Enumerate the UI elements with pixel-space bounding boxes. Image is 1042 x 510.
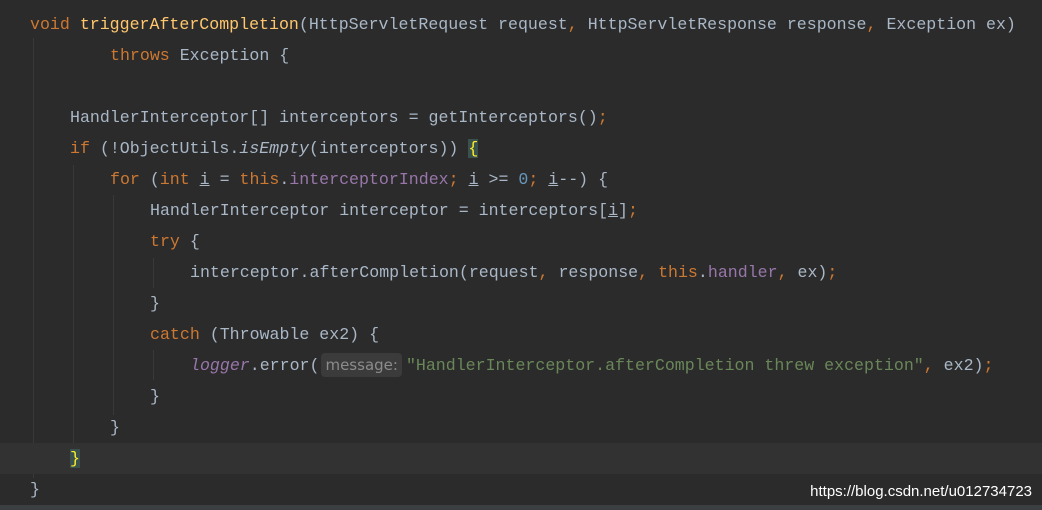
code-token: . [697, 263, 708, 282]
code-line[interactable]: void triggerAfterCompletion(HttpServletR… [0, 9, 1042, 40]
code-token: i [548, 170, 559, 189]
code-token: >= [478, 170, 519, 189]
code-token: for [110, 170, 140, 189]
code-token: HandlerInterceptor interceptor = interce… [150, 201, 609, 220]
code-token: 0 [518, 170, 529, 189]
code-token: HandlerInterceptor[] interceptors = getI… [70, 108, 598, 127]
code-content: HandlerInterceptor[] interceptors = getI… [70, 102, 608, 133]
code-token: , [866, 15, 877, 34]
code-token: , [638, 263, 649, 282]
code-line[interactable]: logger.error(message: "HandlerInterceptor… [0, 350, 1042, 381]
code-token: isEmpty [239, 139, 310, 158]
code-token: response [548, 263, 639, 282]
code-line[interactable]: } [0, 288, 1042, 319]
matched-brace: } [70, 449, 80, 468]
code-token: catch [150, 325, 200, 344]
code-token: ; [628, 201, 638, 220]
code-line[interactable]: } [0, 381, 1042, 412]
code-token: } [150, 387, 160, 406]
code-token: i [608, 201, 619, 220]
code-content: } [150, 288, 160, 319]
code-content: throws Exception { [110, 40, 289, 71]
code-token: ] [618, 201, 628, 220]
code-token: ; [448, 170, 459, 189]
code-token: (interceptors)) [309, 139, 469, 158]
code-token: Exception ex) [876, 15, 1016, 34]
code-token: , [538, 263, 549, 282]
code-line[interactable]: catch (Throwable ex2) { [0, 319, 1042, 350]
code-token: , [567, 15, 578, 34]
code-token: Exception { [169, 46, 290, 65]
code-content: void triggerAfterCompletion(HttpServletR… [30, 9, 1016, 40]
code-token: ( [139, 170, 160, 189]
code-token: logger [190, 356, 250, 375]
code-line[interactable]: HandlerInterceptor[] interceptors = getI… [0, 102, 1042, 133]
code-token: , [923, 356, 934, 375]
code-token: HttpServletResponse response [577, 15, 867, 34]
code-content: HandlerInterceptor interceptor = interce… [150, 195, 638, 226]
code-line[interactable]: throws Exception { [0, 40, 1042, 71]
code-token: triggerAfterCompletion [79, 15, 299, 34]
code-line[interactable]: try { [0, 226, 1042, 257]
code-token: ; [827, 263, 838, 282]
code-token: "HandlerInterceptor.afterCompletion thre… [405, 356, 924, 375]
code-token: ; [528, 170, 539, 189]
code-line[interactable]: interceptor.afterCompletion(request, res… [0, 257, 1042, 288]
code-line[interactable]: } [0, 443, 1042, 474]
code-token: , [777, 263, 788, 282]
editor-bottom-border [0, 505, 1042, 510]
code-token: ; [597, 108, 608, 127]
code-token: ; [983, 356, 994, 375]
code-token: } [110, 418, 120, 437]
code-line[interactable]: for (int i = this.interceptorIndex; i >=… [0, 164, 1042, 195]
code-token: throws [110, 46, 170, 65]
code-token: (HttpServletRequest request [298, 15, 568, 34]
code-token: } [150, 294, 160, 313]
code-content: } [110, 412, 120, 443]
code-token: this [239, 170, 280, 189]
code-line[interactable]: } [0, 412, 1042, 443]
code-token: .error( [249, 356, 320, 375]
code-content: logger.error(message: "HandlerInterceptor… [190, 350, 993, 381]
code-token: i [468, 170, 479, 189]
code-token: handler [707, 263, 778, 282]
code-token: (Throwable ex2) { [199, 325, 380, 344]
code-token: ex) [787, 263, 828, 282]
code-token: { [179, 232, 200, 251]
code-token: ex2) [933, 356, 984, 375]
code-editor[interactable]: void triggerAfterCompletion(HttpServletR… [0, 0, 1042, 505]
parameter-hint: message: [321, 353, 402, 377]
code-content: try { [150, 226, 200, 257]
code-token: interceptor.afterCompletion(request [190, 263, 539, 282]
code-token: . [279, 170, 290, 189]
code-token: } [30, 480, 40, 499]
code-token: i [199, 170, 210, 189]
code-content: catch (Throwable ex2) { [150, 319, 379, 350]
code-token: if [70, 139, 90, 158]
code-token: this [658, 263, 698, 282]
code-token: (!ObjectUtils. [89, 139, 240, 158]
code-token: interceptorIndex [289, 170, 449, 189]
code-content: interceptor.afterCompletion(request, res… [190, 257, 837, 288]
code-content: for (int i = this.interceptorIndex; i >=… [110, 164, 608, 195]
watermark: https://blog.csdn.net/u012734723 [810, 483, 1032, 500]
code-content: } [150, 381, 160, 412]
matched-brace: { [468, 139, 479, 158]
code-line[interactable]: HandlerInterceptor interceptor = interce… [0, 195, 1042, 226]
code-content: } [70, 443, 80, 474]
code-content: } [30, 474, 40, 505]
code-token: = [209, 170, 240, 189]
code-token: try [150, 232, 180, 251]
code-token: int [159, 170, 190, 189]
code-token: void [30, 15, 70, 34]
code-line[interactable]: if (!ObjectUtils.isEmpty(interceptors)) … [0, 133, 1042, 164]
code-line[interactable] [0, 71, 1042, 102]
code-token: --) { [558, 170, 609, 189]
code-content: if (!ObjectUtils.isEmpty(interceptors)) … [70, 133, 479, 164]
